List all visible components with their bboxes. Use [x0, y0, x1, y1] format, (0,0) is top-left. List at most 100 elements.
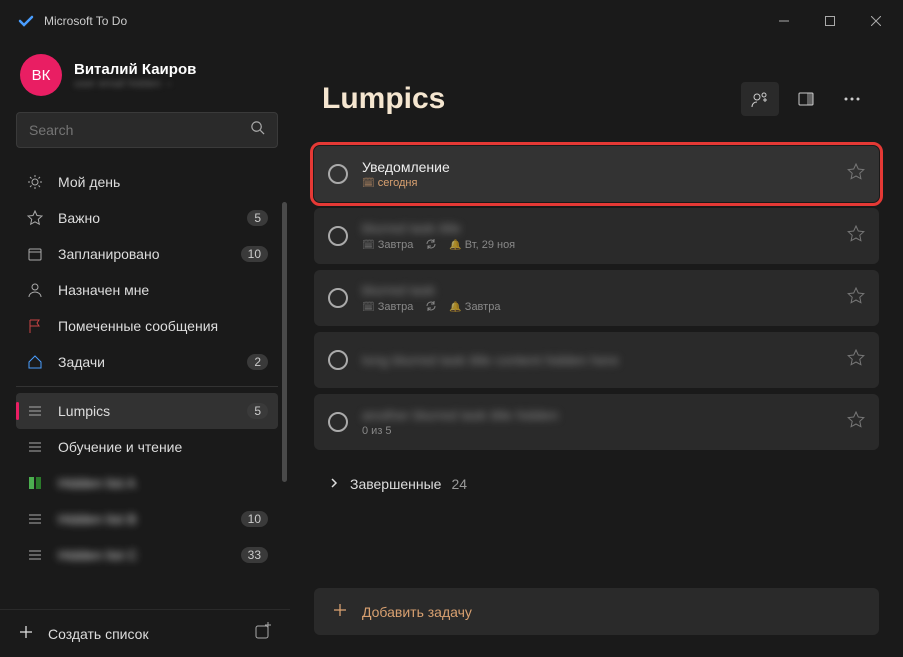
- star-icon[interactable]: [847, 349, 865, 372]
- sidebar-item-tasks[interactable]: Задачи 2: [16, 344, 278, 380]
- sidebar-item-lumpics[interactable]: Lumpics 5: [16, 393, 278, 429]
- task-row[interactable]: blurred task Завтра Завтра: [314, 270, 879, 326]
- search-box[interactable]: [16, 112, 278, 148]
- sidebar-item-label: Hidden list A: [58, 475, 268, 491]
- task-checkbox[interactable]: [328, 226, 348, 246]
- sidebar-item-label: Мой день: [58, 174, 268, 190]
- person-icon: [26, 282, 44, 298]
- star-icon[interactable]: [847, 163, 865, 186]
- task-row[interactable]: Уведомление сегодня: [314, 146, 879, 202]
- repeat-icon: [425, 238, 437, 253]
- suggestions-button[interactable]: [787, 82, 825, 116]
- add-task-input[interactable]: Добавить задачу: [314, 588, 879, 635]
- app-title: Microsoft To Do: [44, 14, 751, 28]
- sidebar-item-important[interactable]: Важно 5: [16, 200, 278, 236]
- sidebar-item-label: Важно: [58, 210, 233, 226]
- app-icon: [18, 13, 34, 29]
- search-input[interactable]: [29, 122, 250, 138]
- list-icon: [26, 403, 44, 419]
- list-icon: [26, 547, 44, 563]
- completed-toggle[interactable]: Завершенные 24: [314, 464, 879, 504]
- count-badge: 5: [247, 210, 268, 226]
- share-button[interactable]: [741, 82, 779, 116]
- titlebar: Microsoft To Do: [0, 0, 903, 42]
- list-icon: [26, 439, 44, 455]
- sidebar-item-flagged[interactable]: Помеченные сообщения: [16, 308, 278, 344]
- flag-icon: [26, 318, 44, 334]
- star-icon[interactable]: [847, 411, 865, 434]
- task-row[interactable]: blurred task title Завтра Вт, 29 ноя: [314, 208, 879, 264]
- task-title: long blurred task title content hidden h…: [362, 352, 833, 368]
- star-icon[interactable]: [847, 287, 865, 310]
- count-badge: 5: [247, 403, 268, 419]
- reminder: Вт, 29 ноя: [449, 239, 515, 251]
- plus-icon: [332, 602, 348, 621]
- sidebar-item-label: Задачи: [58, 354, 233, 370]
- subtask-count: 0 из 5: [362, 425, 392, 437]
- task-title: blurred task title: [362, 220, 833, 236]
- task-checkbox[interactable]: [328, 288, 348, 308]
- divider: [16, 386, 278, 387]
- count-badge: 2: [247, 354, 268, 370]
- count-badge: 33: [241, 547, 268, 563]
- new-list-label: Создать список: [48, 626, 149, 642]
- reminder: Завтра: [449, 301, 500, 313]
- task-title: another blurred task title hidden: [362, 407, 833, 423]
- completed-label: Завершенные: [350, 476, 441, 492]
- sidebar-item-label: Помеченные сообщения: [58, 318, 268, 334]
- task-title: blurred task: [362, 282, 833, 298]
- main-pane: Lumpics Уведомление сегодня blurred task…: [290, 42, 903, 657]
- sidebar-item-hidden[interactable]: Hidden list C 33: [16, 537, 278, 573]
- profile-email: user email hidden: [74, 78, 196, 90]
- sidebar-item-hidden[interactable]: Hidden list A: [16, 465, 278, 501]
- page-title: Lumpics: [322, 82, 741, 116]
- task-row[interactable]: long blurred task title content hidden h…: [314, 332, 879, 388]
- add-task-placeholder: Добавить задачу: [362, 604, 472, 620]
- sidebar-item-label: Hidden list C: [58, 547, 227, 563]
- new-list-button[interactable]: Создать список: [18, 624, 240, 643]
- completed-count: 24: [451, 476, 467, 492]
- sidebar-item-assigned[interactable]: Назначен мне: [16, 272, 278, 308]
- task-row[interactable]: another blurred task title hidden 0 из 5: [314, 394, 879, 450]
- sidebar-item-label: Hidden list B: [58, 511, 227, 527]
- star-icon: [26, 210, 44, 226]
- task-list: Уведомление сегодня blurred task title З…: [314, 146, 879, 504]
- home-icon: [26, 354, 44, 370]
- sidebar-item-planned[interactable]: Запланировано 10: [16, 236, 278, 272]
- chevron-right-icon: [328, 476, 340, 492]
- profile[interactable]: ВК Виталий Каиров user email hidden: [16, 42, 278, 112]
- sidebar-item-learning[interactable]: Обучение и чтение: [16, 429, 278, 465]
- due-date: Завтра: [362, 239, 413, 251]
- sidebar-item-label: Запланировано: [58, 246, 227, 262]
- due-date: сегодня: [362, 177, 417, 189]
- maximize-button[interactable]: [807, 0, 853, 42]
- calendar-icon: [26, 246, 44, 262]
- avatar: ВК: [20, 54, 62, 96]
- sidebar-item-label: Lumpics: [58, 403, 233, 419]
- task-checkbox[interactable]: [328, 412, 348, 432]
- repeat-icon: [425, 300, 437, 315]
- scrollbar[interactable]: [282, 202, 287, 482]
- main-header: Lumpics: [314, 42, 879, 146]
- sidebar-item-label: Обучение и чтение: [58, 439, 268, 455]
- task-title: Уведомление: [362, 159, 833, 175]
- new-group-button[interactable]: [254, 622, 272, 645]
- sidebar-item-my-day[interactable]: Мой день: [16, 164, 278, 200]
- sun-icon: [26, 174, 44, 190]
- more-button[interactable]: [833, 82, 871, 116]
- sidebar-bottom: Создать список: [0, 609, 290, 657]
- window-controls: [761, 0, 899, 42]
- sidebar: ВК Виталий Каиров user email hidden Мой …: [0, 42, 290, 657]
- minimize-button[interactable]: [761, 0, 807, 42]
- star-icon[interactable]: [847, 225, 865, 248]
- task-checkbox[interactable]: [328, 350, 348, 370]
- task-checkbox[interactable]: [328, 164, 348, 184]
- close-button[interactable]: [853, 0, 899, 42]
- count-badge: 10: [241, 511, 268, 527]
- due-date: Завтра: [362, 301, 413, 313]
- list-icon: [26, 476, 44, 490]
- profile-name: Виталий Каиров: [74, 61, 196, 78]
- plus-icon: [18, 624, 34, 643]
- sidebar-item-hidden[interactable]: Hidden list B 10: [16, 501, 278, 537]
- count-badge: 10: [241, 246, 268, 262]
